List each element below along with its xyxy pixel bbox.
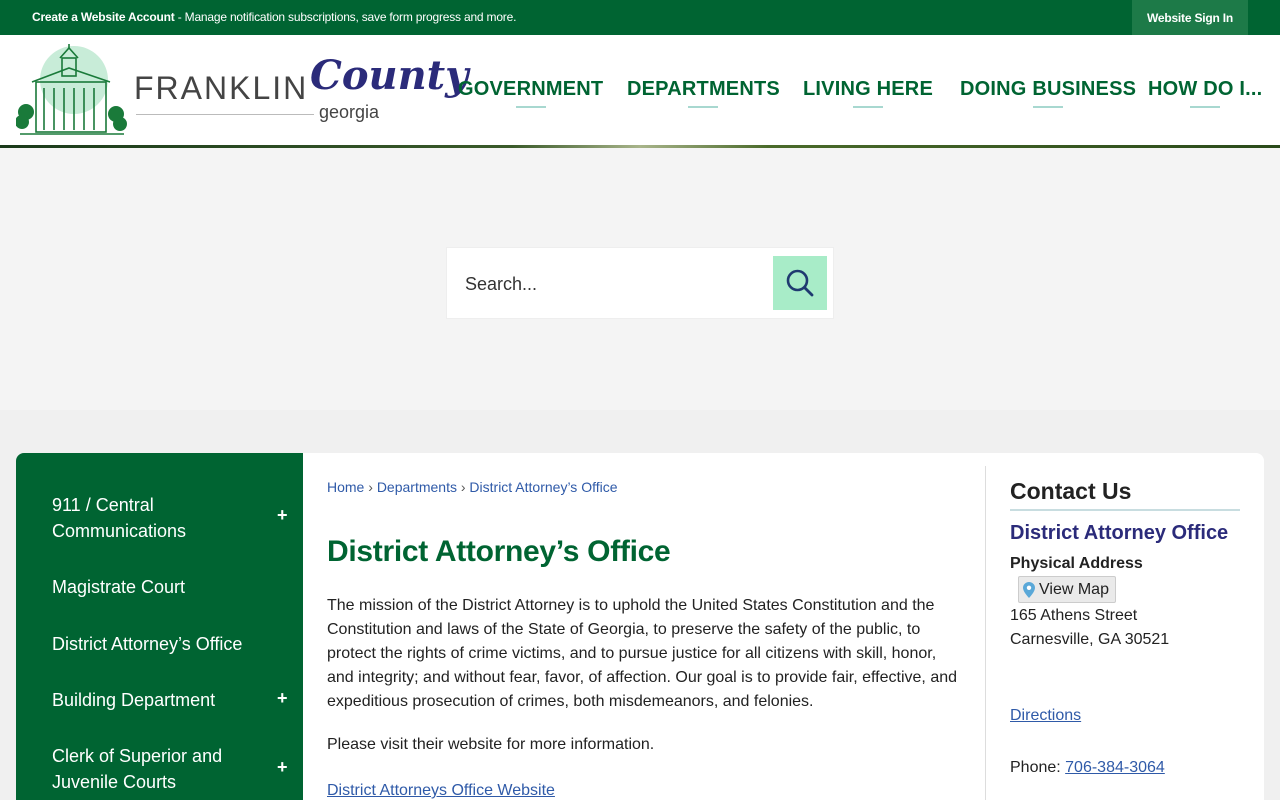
sidebar-item-magistrate-court[interactable]: Magistrate Court [52, 574, 185, 600]
franklin-county-logo[interactable]: FRANKLIN County georgia [16, 42, 468, 138]
view-map-button[interactable]: View Map [1018, 576, 1116, 603]
expand-911-button[interactable]: + [277, 505, 288, 526]
breadcrumb-departments[interactable]: Departments [377, 479, 457, 495]
nav-how-do-i-label: HOW DO I... [1148, 78, 1263, 100]
search-icon [786, 269, 814, 297]
expand-building-button[interactable]: + [277, 688, 288, 709]
create-account-link[interactable]: Create a Website Account - Manage notifi… [32, 10, 516, 24]
nav-doing-business-label: DOING BUSINESS [960, 78, 1137, 100]
sidebar-item-label: 911 / Central [52, 495, 154, 515]
nav-living-here-label: LIVING HERE [803, 78, 933, 100]
logo-county-text: County [310, 52, 469, 99]
breadcrumb: Home › Departments › District Attorney’s… [327, 479, 618, 495]
search-box [446, 247, 834, 319]
phone-link[interactable]: 706-384-3064 [1065, 759, 1165, 776]
sidebar-item-label: District Attorney’s Office [52, 634, 243, 654]
column-divider [985, 466, 986, 800]
page-title: District Attorney’s Office [327, 535, 671, 568]
logo-divider [136, 114, 314, 115]
nav-living-here[interactable]: LIVING HERE [803, 78, 933, 110]
nav-how-do-i[interactable]: HOW DO I... [1148, 78, 1262, 110]
nav-departments[interactable]: DEPARTMENTS [627, 78, 780, 110]
nav-underline [688, 106, 719, 108]
visit-paragraph: Please visit their website for more info… [327, 736, 655, 753]
nav-government[interactable]: GOVERNMENT [458, 78, 603, 110]
logo-georgia-text: georgia [319, 102, 380, 122]
sidebar-item-building-department[interactable]: Building Department [52, 687, 215, 713]
sidebar-item-label: Juvenile Courts [52, 772, 177, 792]
sidebar-item-clerk-of-superior-courts[interactable]: Clerk of Superior and Juvenile Courts [52, 743, 222, 795]
search-button[interactable] [773, 256, 827, 310]
breadcrumb-home[interactable]: Home [327, 479, 364, 495]
sidebar-item-label: Communications [52, 521, 187, 541]
contact-divider [1010, 509, 1240, 511]
top-bar: Create a Website Account - Manage notifi… [0, 0, 1280, 35]
contact-us-heading: Contact Us [1010, 478, 1132, 504]
phone-row: Phone: 706-384-3064 [1010, 759, 1165, 777]
address-street: 165 Athens Street [1010, 607, 1138, 624]
logo-franklin-text: FRANKLIN [134, 70, 309, 106]
physical-address-label: Physical Address [1010, 555, 1143, 572]
expand-clerk-button[interactable]: + [277, 757, 288, 778]
nav-doing-business[interactable]: DOING BUSINESS [960, 78, 1136, 110]
breadcrumb-separator: › [368, 479, 373, 495]
create-account-label: Create a Website Account [32, 10, 175, 24]
nav-government-label: GOVERNMENT [458, 78, 604, 100]
sidebar-item-district-attorneys-office[interactable]: District Attorney’s Office [52, 631, 242, 657]
sidebar-item-911-central-communications[interactable]: 911 / Central Communications [52, 492, 186, 544]
breadcrumb-current[interactable]: District Attorney’s Office [469, 479, 617, 495]
sidebar-item-label: Building Department [52, 690, 216, 710]
phone-label: Phone: [1010, 759, 1066, 776]
nav-underline [515, 106, 546, 108]
address-city: Carnesville, GA 30521 [1010, 631, 1170, 648]
search-input[interactable] [465, 270, 765, 298]
nav-departments-label: DEPARTMENTS [627, 78, 780, 100]
da-website-link[interactable]: District Attorneys Office Website [327, 782, 555, 800]
directions-link[interactable]: Directions [1010, 707, 1081, 725]
nav-underline [1033, 106, 1064, 108]
nav-underline [853, 106, 883, 108]
website-sign-in-button[interactable]: Website Sign In [1132, 0, 1248, 35]
contact-org-name: District Attorney Office [1010, 522, 1229, 544]
view-map-label: View Map [1039, 580, 1109, 598]
nav-underline [1190, 106, 1221, 108]
map-pin-icon [1023, 581, 1035, 598]
mission-paragraph: The mission of the District Attorney is … [327, 597, 958, 710]
sidebar-item-label: Clerk of Superior and [52, 746, 223, 766]
courthouse-icon [16, 44, 127, 135]
sidebar-item-label: Magistrate Court [52, 577, 186, 597]
create-account-description: - Manage notification subscriptions, sav… [174, 10, 517, 24]
breadcrumb-separator: › [460, 479, 466, 495]
